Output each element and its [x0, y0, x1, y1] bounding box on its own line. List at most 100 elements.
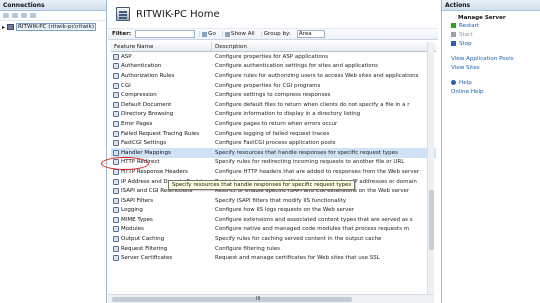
feature-name-cell[interactable]: FastCGI Settings	[111, 140, 212, 147]
feature-icon	[113, 236, 119, 243]
table-header: Feature Name Description	[111, 42, 436, 52]
feature-name: Modules	[121, 226, 144, 233]
feature-name-cell[interactable]: MIME Types	[111, 216, 212, 223]
feature-icon	[113, 255, 119, 262]
save-icon[interactable]	[12, 13, 18, 18]
table-row[interactable]: Output Caching Specify rules for caching …	[111, 234, 436, 244]
feature-icon	[113, 82, 119, 89]
table-row[interactable]: HTTP Redirect Specify rules for redirecti…	[111, 158, 436, 168]
feature-description: Configure HTTP headers that are added to…	[215, 168, 420, 175]
feature-name-cell[interactable]: Compression	[111, 92, 212, 99]
feature-icon	[113, 188, 119, 195]
feature-name-cell[interactable]: Logging	[111, 207, 212, 214]
filter-label: Filter:	[112, 31, 132, 37]
feature-name-cell[interactable]: Handler Mappings	[111, 149, 212, 156]
restart-action[interactable]: Restart	[442, 21, 540, 30]
connections-header: Connections	[0, 0, 106, 11]
feature-name: Default Document	[121, 101, 172, 108]
server-node-label[interactable]: RITWIK-PC (ritwik-pc\ritwik)	[16, 23, 97, 31]
feature-name-cell[interactable]: Authentication	[111, 63, 212, 70]
new-connection-icon[interactable]	[3, 13, 9, 18]
feature-name-cell[interactable]: CGI	[111, 82, 212, 89]
feature-name-cell[interactable]: Authorization Rules	[111, 72, 212, 79]
feature-icon	[113, 168, 119, 175]
feature-icon	[113, 92, 119, 99]
filter-input[interactable]	[135, 30, 196, 38]
vertical-scrollbar[interactable]	[427, 42, 434, 294]
start-action[interactable]: Start	[442, 30, 540, 39]
feature-name-cell[interactable]: Server Certificates	[111, 255, 212, 262]
feature-name-cell[interactable]: Error Pages	[111, 120, 212, 127]
table-row[interactable]: Compression Configure settings to compres…	[111, 90, 436, 100]
table-row[interactable]: ASP Configure properties for ASP applicat…	[111, 52, 436, 62]
feature-name-cell[interactable]: HTTP Response Headers	[111, 168, 212, 175]
table-row[interactable]: Failed Request Tracing Rules Configure lo…	[111, 129, 436, 139]
table-row[interactable]: Server Certificates Request and manage ce…	[111, 253, 436, 263]
table-row[interactable]: Modules Configure native and managed code…	[111, 225, 436, 235]
feature-name: Handler Mappings	[121, 149, 171, 156]
go-label: Go	[208, 31, 216, 37]
table-row[interactable]: Request Filtering Configure filtering rul…	[111, 244, 436, 254]
feature-name: MIME Types	[121, 216, 153, 223]
start-icon	[451, 32, 456, 37]
online-help-link[interactable]: Online Help	[442, 87, 540, 96]
feature-icon	[113, 226, 119, 233]
table-row[interactable]: FastCGI Settings Configure FastCGI proces…	[111, 138, 436, 148]
feature-name-cell[interactable]: Default Document	[111, 101, 212, 108]
manage-server-heading: Manage Server	[458, 15, 506, 21]
table-row[interactable]: Default Document Configure default files …	[111, 100, 436, 110]
feature-icon	[113, 140, 119, 147]
table-row[interactable]: Error Pages Configure pages to return whe…	[111, 119, 436, 129]
feature-icon	[113, 159, 119, 166]
feature-name: Directory Browsing	[121, 111, 174, 118]
table-row[interactable]: Authentication Configure authentication s…	[111, 62, 436, 72]
help-action[interactable]: Help	[442, 78, 540, 87]
feature-icon	[113, 72, 119, 79]
feature-name-cell[interactable]: Directory Browsing	[111, 111, 212, 118]
refresh-icon[interactable]	[30, 13, 36, 18]
feature-name-cell[interactable]: Output Caching	[111, 236, 212, 243]
connections-pane: Connections ▸ RITWIK-PC (ritwik-pc\ritwi…	[0, 0, 107, 303]
show-all-icon	[224, 31, 230, 37]
feature-name-cell[interactable]: Failed Request Tracing Rules	[111, 130, 212, 137]
show-all-button[interactable]: Show All	[221, 31, 257, 37]
feature-description: Specify rules for caching served content…	[215, 236, 382, 243]
feature-name-cell[interactable]: Request Filtering	[111, 245, 212, 252]
go-button[interactable]: Go	[199, 31, 218, 37]
feature-icon	[113, 111, 119, 118]
table-row[interactable]: Authorization Rules Configure rules for a…	[111, 71, 436, 81]
feature-name: Authentication	[121, 63, 162, 70]
feature-name: Request Filtering	[121, 245, 168, 252]
horizontal-scroll-thumb[interactable]	[112, 297, 352, 302]
tree-node-server[interactable]: ▸ RITWIK-PC (ritwik-pc\ritwik)	[0, 21, 106, 33]
table-row[interactable]: Logging Configure how IIS logs requests o…	[111, 206, 436, 216]
view-application-pools-link[interactable]: View Application Pools	[442, 54, 540, 63]
feature-name-cell[interactable]: ASP	[111, 53, 212, 60]
horizontal-scrollbar[interactable]: III	[108, 294, 434, 303]
table-row[interactable]: HTTP Response Headers Configure HTTP head…	[111, 167, 436, 177]
feature-name: Authorization Rules	[121, 72, 175, 79]
feature-name-cell[interactable]: HTTP Redirect	[111, 159, 212, 166]
group-by-select[interactable]: Area	[296, 30, 325, 38]
vertical-scroll-thumb[interactable]	[429, 190, 434, 250]
feature-description: Configure how IIS logs requests on the W…	[215, 207, 355, 214]
group-by-label: Group by:	[260, 31, 293, 37]
up-icon[interactable]	[21, 13, 27, 18]
table-row[interactable]: Handler Mappings Specify resources that h…	[111, 147, 436, 158]
column-header-description[interactable]: Description	[212, 42, 436, 51]
stop-action[interactable]: Stop	[442, 39, 540, 48]
table-row[interactable]: ISAPI Filters Specify ISAPI filters that …	[111, 196, 436, 206]
table-row[interactable]: CGI Configure properties for CGI programs	[111, 81, 436, 91]
view-sites-link[interactable]: View Sites	[442, 63, 540, 72]
feature-name-cell[interactable]: Modules	[111, 226, 212, 233]
feature-icon	[113, 63, 119, 70]
feature-name-cell[interactable]: ISAPI Filters	[111, 197, 212, 204]
help-icon	[451, 80, 456, 85]
feature-icon	[113, 207, 119, 214]
table-row[interactable]: MIME Types Configure extensions and assoc…	[111, 215, 436, 225]
feature-description: Configure properties for CGI programs	[215, 82, 321, 89]
expand-arrow-icon[interactable]: ▸	[2, 24, 5, 31]
stop-icon	[451, 41, 456, 46]
column-header-feature[interactable]: Feature Name	[111, 42, 212, 51]
table-row[interactable]: Directory Browsing Configure information …	[111, 110, 436, 120]
